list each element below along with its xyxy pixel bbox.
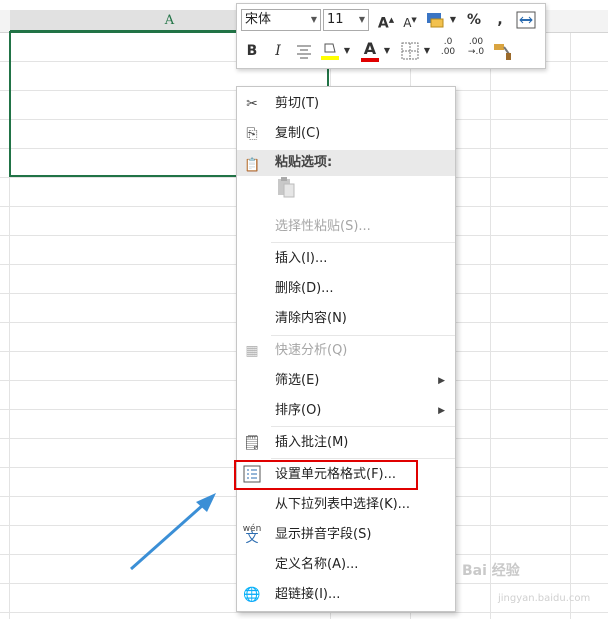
chevron-down-icon[interactable]: ▼ (341, 40, 353, 62)
menu-item-label: 排序(O) (275, 403, 322, 418)
menu-divider (271, 335, 455, 336)
italic-button[interactable]: I (267, 40, 289, 62)
wrap-text-icon[interactable] (515, 9, 537, 31)
font-size-box[interactable]: 11 ▼ (323, 9, 369, 31)
chevron-down-icon[interactable]: ▼ (311, 10, 317, 30)
grow-font-button[interactable]: A▲ (375, 9, 397, 32)
chevron-down-icon[interactable]: ▼ (359, 10, 365, 30)
menu-item-label: 定义名称(A)... (275, 557, 359, 572)
menu-divider (271, 426, 455, 427)
menu-item-label: 插入(I)... (275, 251, 328, 266)
new-comment-icon: 🗒 (243, 435, 261, 451)
quick-analysis-icon: ▦ (245, 343, 259, 359)
font-color-swatch (361, 58, 379, 62)
menu-divider (271, 458, 455, 459)
menu-item-sort[interactable]: 排序(O) ▶ (237, 397, 455, 425)
menu-item-label: 选择性粘贴(S)... (275, 219, 371, 234)
menu-item-clear-contents[interactable]: 清除内容(N) (237, 305, 455, 333)
percent-button[interactable]: % (463, 9, 485, 31)
increase-decimal-bottom: .00 (440, 47, 456, 57)
menu-divider (271, 242, 455, 243)
grow-font-label: A (377, 15, 389, 32)
copy-icon: ⎘ (246, 126, 258, 142)
font-size-value: 11 (327, 12, 344, 27)
menu-item-quick-analysis[interactable]: ▦ 快速分析(Q) (237, 337, 455, 365)
menu-item-label: 插入批注(M) (275, 435, 349, 450)
menu-item-label: 快速分析(Q) (275, 343, 348, 358)
highlight-box (234, 460, 418, 490)
comma-button[interactable]: , (489, 9, 511, 31)
bold-button[interactable]: B (241, 40, 263, 62)
watermark-logo: Bai 经验 (462, 563, 520, 579)
menu-item-label: 从下拉列表中选择(K)... (275, 497, 411, 512)
format-painter-icon[interactable] (491, 40, 513, 62)
scissors-icon: ✂ (246, 96, 258, 112)
paste-options-header: 📋 粘贴选项: (237, 150, 455, 176)
align-center-icon[interactable] (293, 40, 315, 62)
menu-item-copy[interactable]: ⎘ 复制(C) (237, 120, 455, 148)
font-color-button[interactable]: A (359, 38, 381, 62)
menu-item-label: 超链接(I)... (275, 587, 341, 602)
font-name-box[interactable]: 宋体 ▼ (241, 9, 321, 31)
increase-decimal-top: .0 (443, 37, 453, 47)
menu-item-delete[interactable]: 删除(D)... (237, 275, 455, 303)
fill-color-icon[interactable] (319, 40, 341, 62)
paste-options-label: 粘贴选项: (275, 155, 333, 170)
menu-item-label: 筛选(E) (275, 373, 320, 388)
menu-item-label: 删除(D)... (275, 281, 334, 296)
menu-item-label: 剪切(T) (275, 96, 320, 111)
menu-item-define-name[interactable]: 定义名称(A)... (237, 551, 455, 579)
decrease-decimal-top: .00 (468, 37, 484, 47)
borders-icon[interactable] (399, 40, 421, 62)
menu-item-label: 显示拼音字段(S) (275, 527, 372, 542)
chevron-down-icon[interactable]: ▼ (447, 9, 459, 31)
menu-item-cut[interactable]: ✂ 剪切(T) (237, 90, 455, 118)
chevron-down-icon[interactable]: ▼ (381, 40, 393, 62)
phonetic-icon: wén 文 (242, 524, 262, 546)
menu-item-label: 清除内容(N) (275, 311, 347, 326)
submenu-arrow-icon: ▶ (438, 406, 445, 416)
menu-item-filter[interactable]: 筛选(E) ▶ (237, 367, 455, 395)
font-color-label: A (363, 39, 377, 58)
mini-toolbar: 宋体 ▼ 11 ▼ A▲ A▼ ▼ % , B I ▼ A ▼ ▼ .0 .00… (236, 3, 546, 69)
decrease-decimal-bottom: →.0 (467, 47, 485, 57)
menu-item-insert-comment[interactable]: 🗒 插入批注(M) (237, 429, 455, 457)
menu-item-pick-from-list[interactable]: 从下拉列表中选择(K)... (237, 491, 455, 519)
context-menu: ✂ 剪切(T) ⎘ 复制(C) 📋 粘贴选项: 选择性粘贴(S)... 插入(I… (234, 86, 456, 612)
chevron-down-icon[interactable]: ▼ (421, 40, 433, 62)
font-name-value: 宋体 (245, 12, 272, 27)
watermark-url: jingyan.baidu.com (498, 593, 591, 604)
menu-item-paste-special[interactable]: 选择性粘贴(S)... (237, 213, 455, 241)
menu-item-hyperlink[interactable]: 🌐 超链接(I)... (237, 581, 455, 609)
menu-item-insert[interactable]: 插入(I)... (237, 245, 455, 273)
submenu-arrow-icon: ▶ (438, 376, 445, 386)
decrease-decimal-button[interactable]: .00 →.0 (463, 37, 489, 59)
clipboard-icon: 📋 (244, 158, 261, 173)
paste-clipboard-icon[interactable] (275, 175, 301, 201)
menu-item-label: 复制(C) (275, 126, 321, 141)
shrink-font-button[interactable]: A▼ (399, 9, 421, 31)
hyperlink-icon: 🌐 (243, 587, 261, 603)
menu-item-phonetic[interactable]: wén 文 显示拼音字段(S) (237, 521, 455, 549)
accounting-format-icon[interactable] (425, 9, 447, 31)
increase-decimal-button[interactable]: .0 .00 (437, 37, 459, 59)
